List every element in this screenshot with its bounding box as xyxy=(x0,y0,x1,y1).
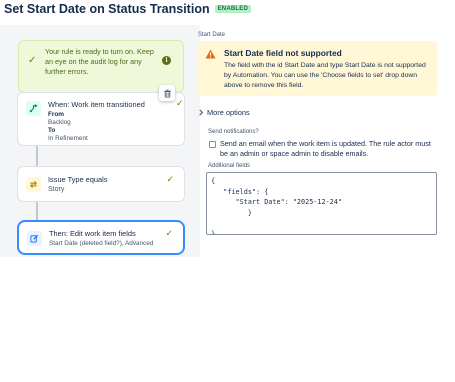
notifications-heading: Send notifications? xyxy=(208,129,259,135)
action-title: Then: Edit work item fields xyxy=(49,229,136,238)
edit-icon xyxy=(27,231,42,246)
to-value: In Refinement xyxy=(48,135,88,142)
ready-banner-text: Your rule is ready to turn on. Keep an e… xyxy=(45,47,154,76)
field-heading: Start Date xyxy=(198,32,226,38)
additional-fields-json[interactable]: { "fields": { "Start Date": "2025-12-24"… xyxy=(207,173,436,234)
additional-fields-heading: Additional fields xyxy=(208,163,251,169)
check-icon: ✓ xyxy=(165,228,173,238)
action-summary: Start Date (deleted field?), Advanced xyxy=(49,240,154,247)
to-label: To xyxy=(48,127,56,134)
trash-icon xyxy=(163,89,171,98)
notify-checkbox-label[interactable]: Send an email when the work item is upda… xyxy=(220,139,438,159)
action-node[interactable]: Then: Edit work item fields ✓ Start Date… xyxy=(17,220,185,255)
check-icon: ✓ xyxy=(176,98,184,108)
condition-title: Issue Type equals xyxy=(48,175,108,184)
connector-line xyxy=(36,202,38,220)
trigger-title: When: Work item transitioned xyxy=(48,100,145,109)
check-icon: ✓ xyxy=(166,174,174,184)
warning-title: Start Date field not supported xyxy=(224,48,342,58)
check-icon: ✓ xyxy=(28,55,37,66)
rule-header: Set Start Date on Status Transition ENAB… xyxy=(4,0,251,18)
swap-icon xyxy=(26,177,41,192)
field-warning: Start Date field not supported The field… xyxy=(198,41,437,96)
transition-icon xyxy=(26,101,41,116)
status-badge: ENABLED xyxy=(214,5,251,13)
connector-line xyxy=(36,146,38,166)
from-value: Backlog xyxy=(48,119,71,126)
additional-fields-editor[interactable]: { "fields": { "Start Date": "2025-12-24"… xyxy=(206,172,437,235)
more-options-toggle[interactable]: More options xyxy=(198,108,250,117)
condition-value: Story xyxy=(48,186,65,193)
info-icon[interactable]: i xyxy=(162,56,171,65)
delete-node-button[interactable] xyxy=(159,85,175,101)
chevron-right-icon xyxy=(199,109,204,116)
condition-node[interactable]: Issue Type equals ✓ Story xyxy=(17,166,185,202)
from-label: From xyxy=(48,111,64,118)
warning-body: The field with the id Start Date and typ… xyxy=(224,62,426,89)
warning-icon xyxy=(205,49,216,59)
page-title: Set Start Date on Status Transition xyxy=(4,2,210,16)
more-options-label: More options xyxy=(207,108,250,117)
notify-checkbox[interactable] xyxy=(209,141,216,148)
